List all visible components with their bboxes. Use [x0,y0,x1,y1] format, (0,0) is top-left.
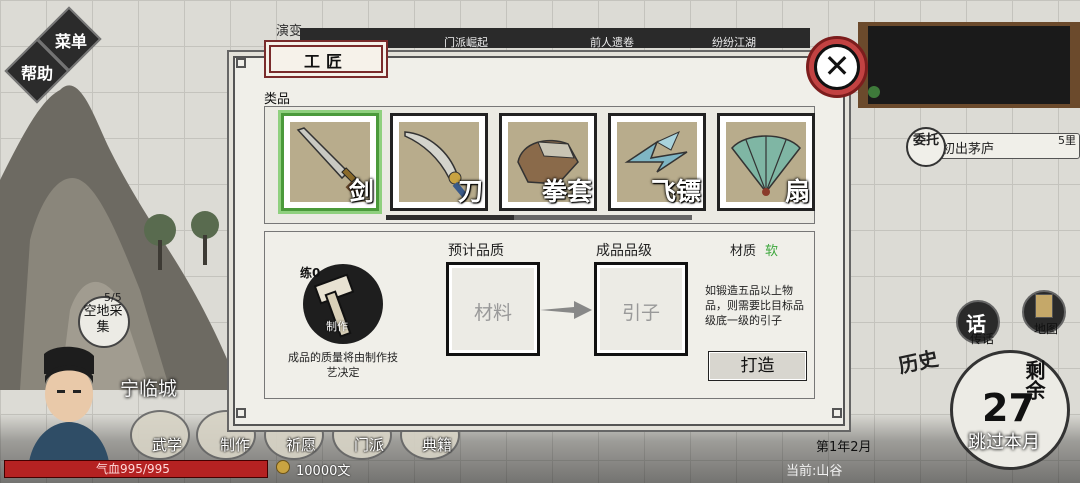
forge-button[interactable]: 打造 [708,351,807,381]
nav-martial-label[interactable]: 武学 [152,434,182,455]
material-label: 材质 [730,244,757,259]
journey-item[interactable]: 纷纷江湖 [712,34,756,50]
nav-wish-label[interactable]: 祈愿 [286,434,316,455]
player-avatar[interactable] [14,344,124,462]
corner-ornament [236,58,246,68]
category-dart[interactable]: 飞镖 [608,113,706,211]
material-value: 软 [765,244,779,259]
category-label: 类品 [264,92,291,107]
craft-tag: 制作 [326,320,348,333]
city-name: 宁临城 [120,378,178,400]
nav-books-label[interactable]: 典籍 [422,434,452,455]
material-slot-label: 材料 [473,302,512,324]
category-name: 扇 [784,177,810,206]
scroll-pin-icon [868,86,880,98]
journey-item[interactable]: 门派崛起 [444,34,488,50]
help-label[interactable]: 帮助 [12,60,62,84]
location-label: 当前:山谷 [786,464,843,479]
material-note: 如锻造五品以上物品，则需要比目标品级底一级的引子 [705,284,804,327]
category-name: 飞镖 [650,177,701,206]
gather-count: 5/5 [104,291,122,304]
quest-title: 初出茅庐 [942,142,995,157]
journey-title: 演变 [276,24,303,39]
expected-quality-title: 预计品质 [448,243,504,259]
message-scroll [858,22,1080,108]
money-label: 10000文 [296,464,351,479]
dialog-title: 工匠 [303,52,348,71]
quest-badge[interactable]: 委托 [906,127,946,167]
map-scroll-icon [1035,294,1053,318]
category-fan[interactable]: 扇 [717,113,815,211]
hp-label: 气血995/995 [96,462,170,476]
remaining-days-value: 27 [982,386,1035,430]
talk-label[interactable]: 传话 [970,330,994,347]
quality-note: 成品的质量将由制作技艺决定 [288,351,398,379]
category-saber[interactable]: 刀 [390,113,488,211]
coin-icon [276,460,290,474]
journey-item[interactable]: 前人遗卷 [590,34,634,50]
date-label: 第1年2月 [816,440,872,455]
output-grade-title: 成品品级 [596,243,652,259]
category-gauntlet[interactable]: 拳套 [499,113,597,211]
corner-ornament [236,408,246,418]
skip-month-button[interactable]: 跳过本月 [968,428,1040,454]
skill-level: 练0 [300,266,321,280]
corner-ornament [832,408,842,418]
category-sword[interactable]: 剑 [281,113,379,211]
close-icon[interactable]: ✕ [814,44,860,90]
map-label[interactable]: 地图 [1034,320,1058,337]
nav-craft-label[interactable]: 制作 [220,434,250,455]
category-name: 刀 [457,177,483,206]
arrow-right-icon [540,301,592,319]
nav-sect-label[interactable]: 门派 [354,434,384,455]
quest-distance: 5里 [1058,134,1076,147]
category-scroll-thumb[interactable] [386,215,514,220]
gather-label[interactable]: 空地采集 [80,304,126,336]
category-name: 拳套 [541,177,592,206]
category-name: 剑 [348,177,374,206]
catalyst-slot-label: 引子 [621,302,660,324]
menu-label[interactable]: 菜单 [46,28,96,52]
